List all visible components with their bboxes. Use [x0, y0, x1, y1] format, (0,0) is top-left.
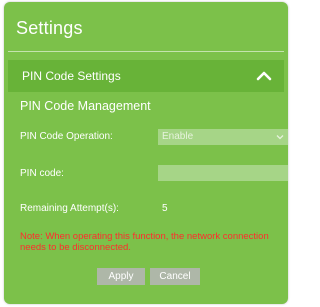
pin-operation-value: Enable [162, 131, 194, 142]
pin-operation-label: PIN Code Operation: [20, 131, 113, 142]
remaining-attempts-value: 5 [162, 203, 168, 214]
chevron-up-icon[interactable] [256, 69, 272, 83]
settings-panel: Settings PIN Code Settings PIN Code Mana… [4, 2, 288, 304]
section-header-pin-code-settings[interactable]: PIN Code Settings [8, 60, 284, 92]
chevron-down-icon [276, 135, 284, 140]
pin-operation-select[interactable]: Enable [158, 129, 288, 145]
dialog-title: Settings [16, 18, 83, 38]
section-label: PIN Code Settings [22, 69, 121, 83]
pin-code-label: PIN code: [20, 168, 64, 179]
title-divider [8, 51, 284, 52]
cancel-button[interactable]: Cancel [150, 268, 200, 285]
network-disconnect-note: Note: When operating this function, the … [20, 231, 269, 253]
section-subheading: PIN Code Management [20, 99, 151, 113]
apply-button[interactable]: Apply [97, 268, 145, 285]
remaining-attempts-label: Remaining Attempt(s): [20, 203, 119, 214]
pin-code-input[interactable] [158, 165, 288, 181]
